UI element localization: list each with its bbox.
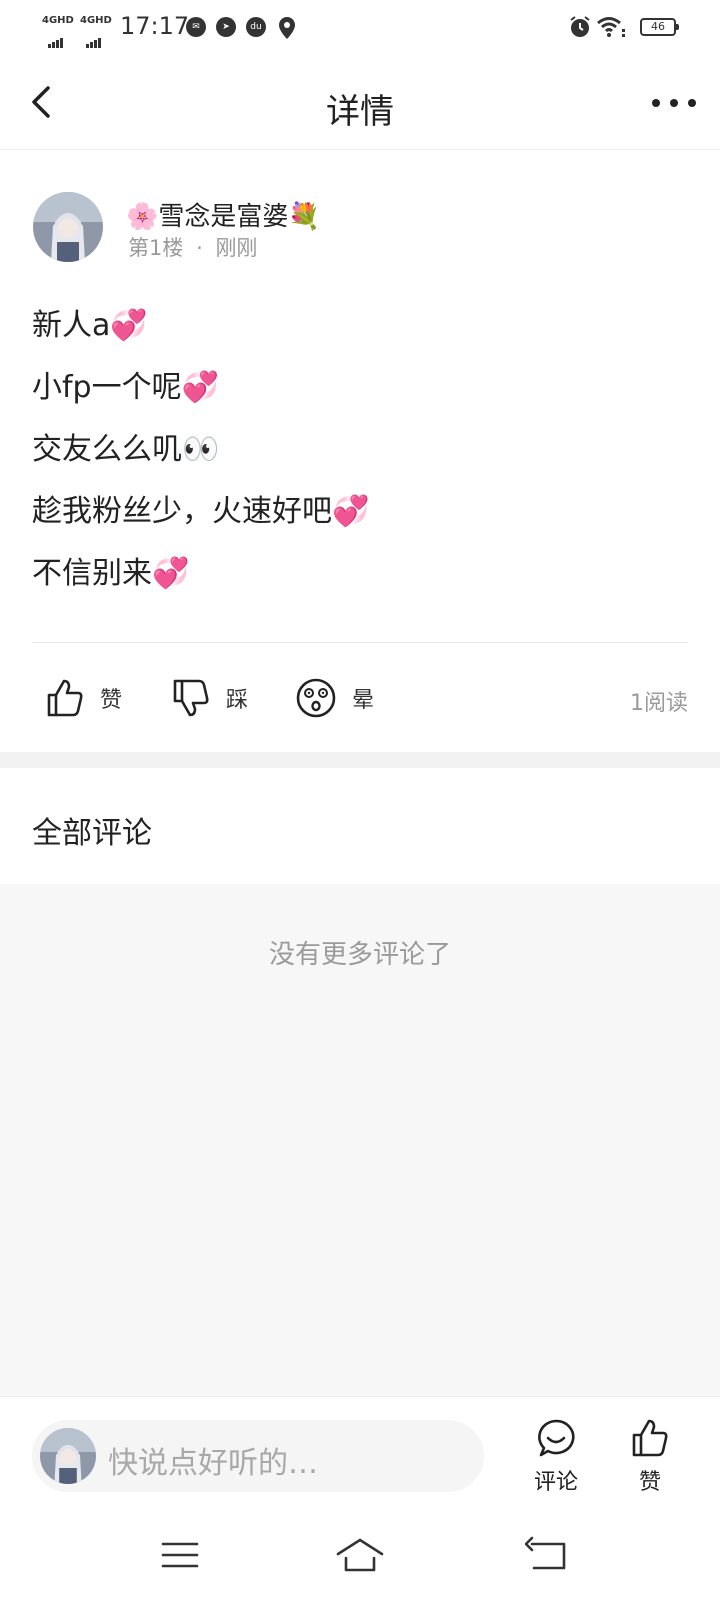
network-type-2: 4GHD bbox=[80, 15, 112, 26]
comment-input-placeholder[interactable]: 快说点好听的… bbox=[108, 1438, 318, 1482]
signal-bars-2-icon bbox=[86, 29, 102, 48]
alarm-icon bbox=[570, 16, 590, 37]
bottom-like-label: 赞 bbox=[638, 1470, 661, 1495]
post-text-line: 趁我粉丝少，火速好吧💞 bbox=[32, 494, 370, 529]
author-avatar[interactable] bbox=[33, 192, 103, 262]
location-pin-icon bbox=[279, 17, 295, 39]
cherry-blossom-emoji: 🌸 bbox=[126, 202, 159, 232]
comments-title: 全部评论 bbox=[32, 816, 152, 851]
signal-bars-1-icon bbox=[48, 29, 64, 48]
status-bar: 4GHD 4GHD 17:17 ✉ ➤ du 46 bbox=[0, 0, 720, 56]
like-label: 赞 bbox=[100, 688, 123, 713]
header-bar: 详情 bbox=[0, 56, 720, 150]
dizzy-label: 晕 bbox=[352, 688, 375, 713]
bottom-like-button[interactable]: 赞 bbox=[610, 1418, 690, 1496]
status-time: 17:17 bbox=[120, 12, 190, 40]
my-avatar bbox=[40, 1428, 96, 1484]
post-floor: 第1楼 bbox=[128, 236, 184, 260]
comment-bubble-icon bbox=[538, 1419, 575, 1457]
post-text-line: 小fp一个呢💞 bbox=[32, 370, 219, 405]
author-name[interactable]: 🌸雪念是富婆💐 bbox=[126, 196, 321, 233]
more-options-button[interactable] bbox=[650, 88, 702, 118]
thumbs-up-icon bbox=[632, 1419, 668, 1457]
dizzy-button[interactable]: 晕 bbox=[296, 674, 374, 722]
du-app-icon: du bbox=[246, 17, 266, 37]
read-count: 1阅读 bbox=[630, 691, 688, 716]
home-icon[interactable] bbox=[330, 1530, 390, 1580]
like-button[interactable]: 赞 bbox=[46, 674, 122, 722]
network-type-1: 4GHD bbox=[42, 15, 74, 26]
dislike-label: 踩 bbox=[226, 688, 249, 713]
divider bbox=[32, 642, 688, 643]
post-text-line: 不信别来💞 bbox=[32, 556, 190, 591]
battery-icon: 46 bbox=[640, 18, 679, 36]
battery-level: 46 bbox=[651, 20, 665, 33]
back-icon[interactable] bbox=[518, 1530, 578, 1580]
section-separator bbox=[0, 752, 720, 768]
thumbs-up-icon bbox=[47, 679, 83, 717]
comment-button-label: 评论 bbox=[533, 1470, 578, 1495]
post-text-line: 交友么么叽👀 bbox=[32, 432, 220, 467]
dislike-button[interactable]: 踩 bbox=[172, 674, 248, 722]
wechat-icon: ✉ bbox=[186, 17, 206, 37]
wifi-icon bbox=[597, 17, 625, 37]
post-text-line: 新人a💞 bbox=[32, 308, 148, 343]
author-name-text: 雪念是富婆 bbox=[158, 202, 289, 232]
menu-icon[interactable] bbox=[150, 1530, 210, 1580]
meta-separator: · bbox=[196, 236, 203, 260]
compass-icon: ➤ bbox=[216, 17, 236, 37]
dizzy-face-icon bbox=[296, 678, 336, 718]
comment-button[interactable]: 评论 bbox=[516, 1418, 596, 1496]
bouquet-emoji: 💐 bbox=[288, 202, 321, 232]
page-title: 详情 bbox=[326, 92, 394, 132]
post-meta: 第1楼 · 刚刚 bbox=[128, 232, 257, 262]
thumbs-down-icon bbox=[173, 679, 209, 717]
post-time: 刚刚 bbox=[215, 236, 258, 260]
no-more-comments: 没有更多评论了 bbox=[268, 940, 451, 970]
